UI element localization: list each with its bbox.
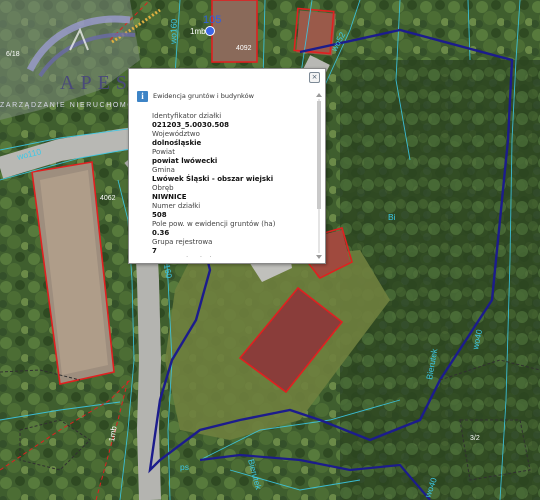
field-label: Powiat <box>152 148 175 156</box>
popup-titlebar[interactable] <box>129 69 325 83</box>
popup-scrollbar[interactable] <box>316 93 322 259</box>
info-popup: × i Ewidencja gruntów i budynków Identyf… <box>128 68 326 264</box>
misc-label: 1mb <box>190 27 206 36</box>
field-label: Grupa rejestrowa <box>152 238 213 246</box>
marker-label: 105 <box>203 14 222 26</box>
building-number-label: 4062 <box>100 195 116 202</box>
logo-swoosh-icon <box>26 15 136 78</box>
info-icon: i <box>137 91 148 102</box>
scroll-thumb[interactable] <box>317 101 321 209</box>
field-value: dolnośląskie <box>152 139 202 147</box>
field-value: 508 <box>152 211 167 219</box>
field-label: Identyfikator działki <box>152 112 222 120</box>
parcel-number-label: ps <box>180 462 189 472</box>
field-value: powiat lwówecki <box>152 157 218 165</box>
parcel-number-label: 3/2 <box>470 435 480 442</box>
field-value: 7 <box>152 247 157 255</box>
field-label: Numer działki <box>152 202 201 210</box>
field-label: Pole pow. w ewidencji gruntów (ha) <box>152 220 276 228</box>
popup-header: i Ewidencja gruntów i budynków <box>137 91 315 105</box>
parcel-number-label: 4092 <box>236 45 252 52</box>
field-label: Województwo <box>152 130 200 138</box>
logo-wordmark: APES <box>60 72 133 94</box>
parcel-number-label: Bi <box>388 212 396 222</box>
field-value: 0.36 <box>152 229 170 237</box>
field-value: 021203_5.0030.508 <box>152 121 230 129</box>
popup-content: Identyfikator działki 021203_5.0030.508 Wo… <box>152 112 311 257</box>
field-value: NIWNICE <box>152 193 187 201</box>
scroll-down-icon[interactable] <box>316 255 322 259</box>
close-icon[interactable]: × <box>309 72 320 83</box>
location-marker-icon[interactable] <box>205 26 215 36</box>
field-label: Oznaczenie użytku <box>152 256 311 257</box>
popup-header-title: Ewidencja gruntów i budynków <box>153 92 254 100</box>
scroll-up-icon[interactable] <box>316 93 322 97</box>
field-value: Lwówek Śląski - obszar wiejski <box>152 175 274 183</box>
field-label: Gmina <box>152 166 175 174</box>
field-label: Obręb <box>152 184 174 192</box>
